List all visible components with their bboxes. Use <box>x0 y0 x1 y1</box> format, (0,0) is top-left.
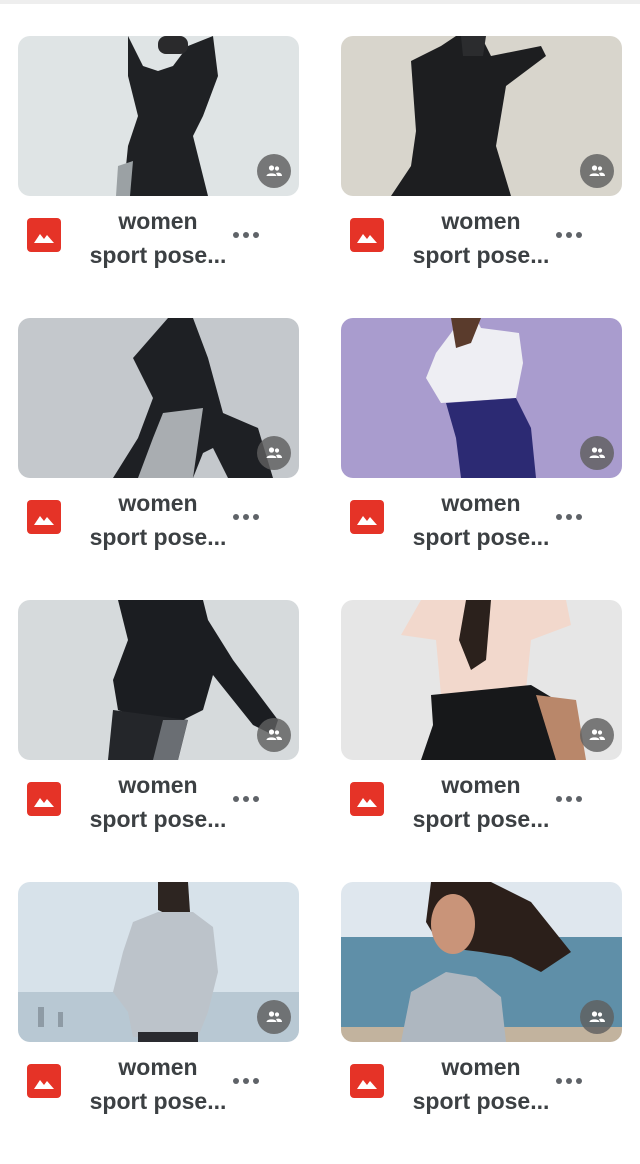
file-card[interactable]: women sport pose... <box>0 600 323 882</box>
top-divider <box>0 0 640 4</box>
more-dot <box>566 1078 572 1084</box>
more-dot <box>253 232 259 238</box>
file-card[interactable]: women sport pose... <box>0 36 323 318</box>
more-dot <box>243 1078 249 1084</box>
more-options-button[interactable] <box>226 500 266 534</box>
more-options-button[interactable] <box>549 782 589 816</box>
people-icon <box>266 729 282 740</box>
more-dot <box>576 232 582 238</box>
image-file-icon <box>27 500 61 534</box>
more-dot <box>576 514 582 520</box>
more-dot <box>253 1078 259 1084</box>
more-options-button[interactable] <box>226 218 266 252</box>
more-options-icon <box>233 514 239 520</box>
more-options-icon <box>556 232 562 238</box>
more-options-icon <box>233 232 239 238</box>
file-card[interactable]: women sport pose... <box>323 318 640 600</box>
file-card[interactable]: women sport pose... <box>0 318 323 600</box>
more-options-button[interactable] <box>549 1064 589 1098</box>
more-options-icon <box>233 1078 239 1084</box>
file-grid: women sport pose... women sport pose... … <box>0 36 640 1164</box>
shared-badge <box>257 436 291 470</box>
more-dot <box>566 232 572 238</box>
image-file-icon <box>27 1064 61 1098</box>
file-thumbnail[interactable] <box>341 318 622 478</box>
file-card[interactable]: women sport pose... <box>323 600 640 882</box>
people-icon <box>266 165 282 176</box>
people-icon <box>266 1011 282 1022</box>
more-options-button[interactable] <box>549 500 589 534</box>
more-options-button[interactable] <box>226 782 266 816</box>
shared-badge <box>580 718 614 752</box>
file-thumbnail[interactable] <box>341 882 622 1042</box>
file-card[interactable]: women sport pose... <box>0 882 323 1164</box>
shared-badge <box>580 154 614 188</box>
image-file-icon <box>350 782 384 816</box>
file-thumbnail[interactable] <box>341 36 622 196</box>
image-file-icon <box>350 500 384 534</box>
more-options-icon <box>556 514 562 520</box>
shared-badge <box>257 154 291 188</box>
more-dot <box>576 796 582 802</box>
more-dot <box>576 1078 582 1084</box>
more-dot <box>253 514 259 520</box>
more-options-icon <box>556 1078 562 1084</box>
more-options-button[interactable] <box>549 218 589 252</box>
more-dot <box>566 514 572 520</box>
file-thumbnail[interactable] <box>18 882 299 1042</box>
image-file-icon <box>350 1064 384 1098</box>
shared-badge <box>580 1000 614 1034</box>
people-icon <box>589 165 605 176</box>
image-file-icon <box>27 218 61 252</box>
more-options-icon <box>556 796 562 802</box>
file-thumbnail[interactable] <box>18 36 299 196</box>
more-dot <box>566 796 572 802</box>
more-options-button[interactable] <box>226 1064 266 1098</box>
more-dot <box>243 514 249 520</box>
shared-badge <box>257 1000 291 1034</box>
file-card[interactable]: women sport pose... <box>323 36 640 318</box>
people-icon <box>266 447 282 458</box>
more-dot <box>253 796 259 802</box>
shared-badge <box>580 436 614 470</box>
file-thumbnail[interactable] <box>341 600 622 760</box>
file-thumbnail[interactable] <box>18 600 299 760</box>
file-card[interactable]: women sport pose... <box>323 882 640 1164</box>
image-file-icon <box>350 218 384 252</box>
file-thumbnail[interactable] <box>18 318 299 478</box>
more-dot <box>243 796 249 802</box>
image-file-icon <box>27 782 61 816</box>
people-icon <box>589 447 605 458</box>
shared-badge <box>257 718 291 752</box>
more-options-icon <box>233 796 239 802</box>
more-dot <box>243 232 249 238</box>
people-icon <box>589 729 605 740</box>
people-icon <box>589 1011 605 1022</box>
